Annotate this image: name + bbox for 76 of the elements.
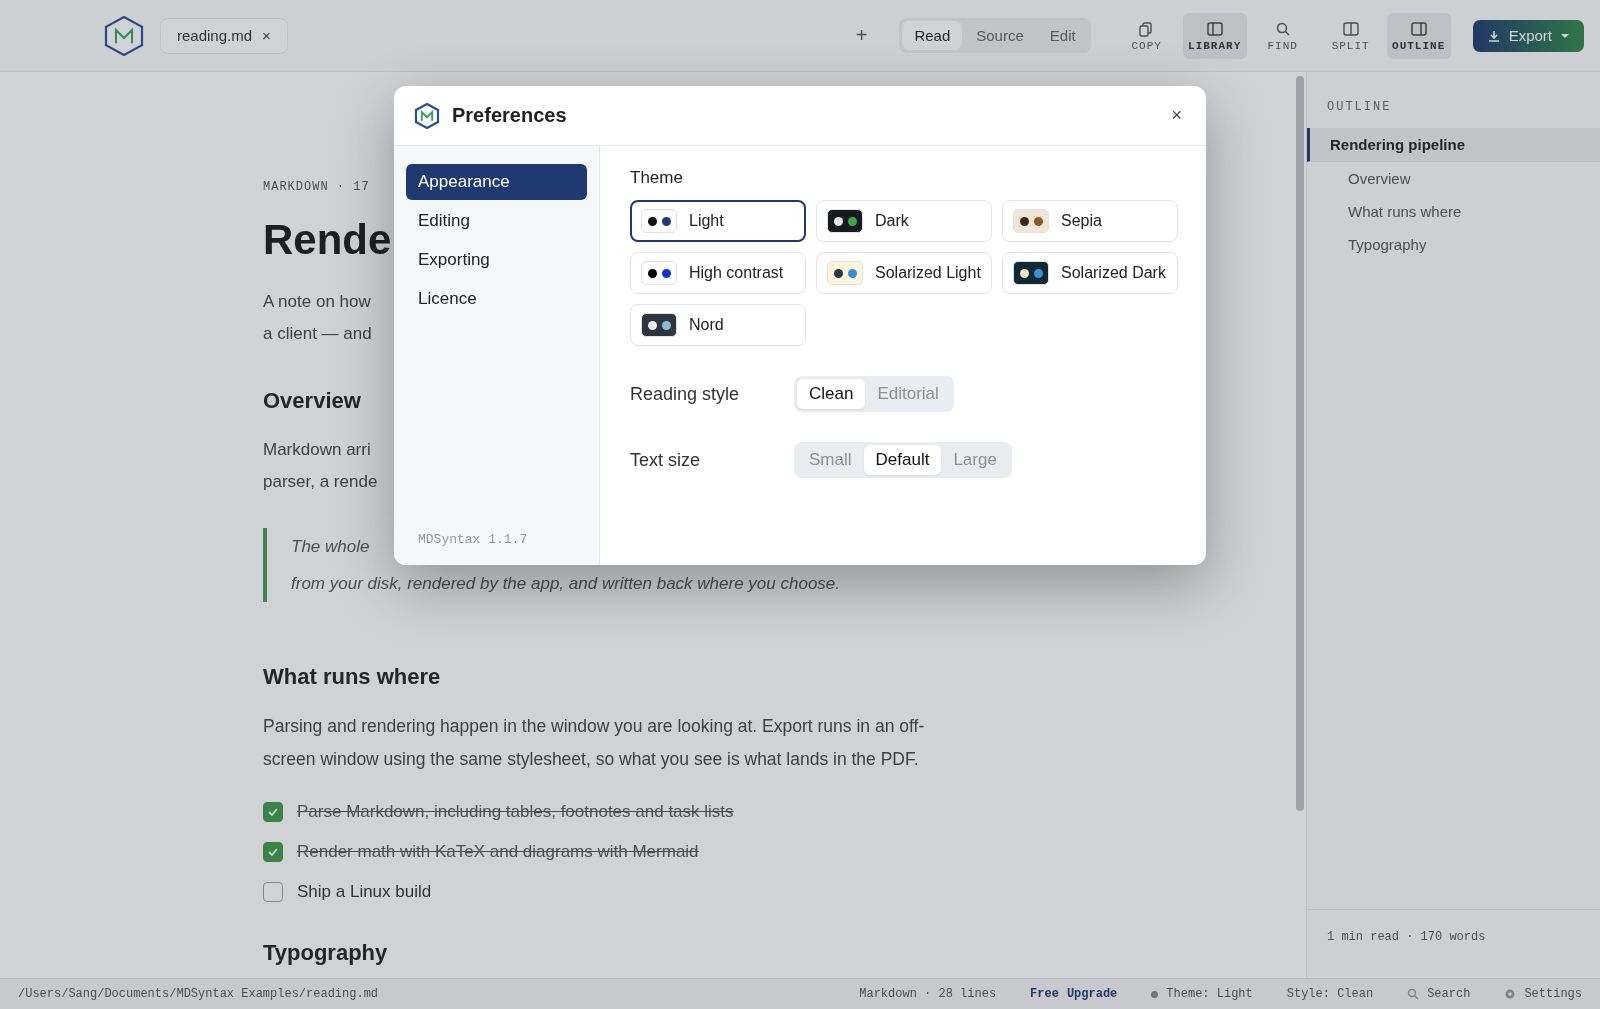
setting-label: Text size [630, 449, 702, 471]
tab-title: reading.md [177, 27, 253, 44]
paragraph-text: A note on how [263, 291, 371, 313]
close-tab-button[interactable]: × [262, 27, 271, 44]
columns-icon [1341, 19, 1360, 38]
file-tab[interactable]: reading.md × [160, 17, 288, 54]
document-info: Markdown · 28 lines [859, 987, 997, 1001]
toolbar-button[interactable]: SPLIT [1318, 12, 1383, 59]
outline-item[interactable]: Overview [1307, 162, 1600, 195]
outline-item[interactable]: Rendering pipeline [1307, 128, 1600, 162]
outline-item[interactable]: Typography [1307, 228, 1600, 261]
theme-option[interactable]: Sepia [1002, 200, 1178, 242]
task-checkbox[interactable] [263, 882, 283, 902]
view-mode-tab[interactable]: Source [964, 21, 1036, 50]
settings-nav-item[interactable]: Exporting [406, 242, 587, 278]
dialog-title: Preferences [452, 104, 567, 127]
sidebar-icon [1205, 19, 1224, 38]
setting-label: Reading style [630, 383, 741, 405]
segment-option[interactable]: Default [863, 445, 942, 475]
toolbar-button[interactable]: OUTLINE [1386, 12, 1451, 59]
download-icon [1486, 28, 1501, 43]
theme-status[interactable]: Theme: Light [1166, 987, 1253, 1001]
theme-option[interactable]: Nord [630, 304, 806, 346]
export-button[interactable]: Export [1472, 19, 1584, 52]
theme-option[interactable]: Solarized Light [816, 252, 992, 294]
paragraph-text: Markdown arri [263, 439, 371, 461]
style-status[interactable]: Style: Clean [1286, 987, 1374, 1001]
outline-item[interactable]: What runs where [1307, 195, 1600, 228]
paragraph-text: a client — and [263, 323, 372, 345]
task-checkbox[interactable] [263, 842, 283, 862]
settings-icon [1504, 988, 1517, 1000]
section-heading: What runs where [263, 664, 441, 690]
theme-option[interactable]: Light [630, 200, 806, 242]
panel-icon [1409, 19, 1428, 38]
settings-link[interactable]: Settings [1524, 987, 1582, 1001]
caret-icon [1560, 31, 1570, 40]
quote-text: from your disk, rendered by the app, and written back where you choose. [291, 573, 841, 595]
upgrade-link[interactable]: Upgrade [1066, 987, 1118, 1001]
close-button[interactable]: × [1165, 104, 1188, 127]
paragraph-text: parser, a rende [263, 471, 378, 493]
quote-text: The whole [291, 536, 370, 558]
toolbar-button[interactable]: COPY [1114, 12, 1179, 59]
view-mode-tab[interactable]: Read [902, 21, 963, 50]
check-icon [267, 846, 279, 858]
logo-icon [104, 15, 144, 56]
plan-label: Free [1030, 987, 1059, 1001]
new-tab-button[interactable]: + [849, 23, 874, 48]
paragraph-text: Parsing and rendering happen in the window you are looking at. Export runs in an off-screen window using the same stylesheet, so what you see is what lands in the PDF. [263, 715, 926, 771]
settings-nav-item[interactable]: Licence [406, 281, 587, 317]
search-icon [1407, 988, 1420, 1000]
search-link[interactable]: Search [1427, 987, 1471, 1001]
version-label: MDSyntax 1.1.7 [417, 532, 529, 547]
section-heading: Overview [263, 388, 361, 414]
task-text: Ship a Linux build [297, 882, 432, 902]
theme-option[interactable]: Solarized Dark [1002, 252, 1178, 294]
document-meta: MARKDOWN · 17 [263, 180, 370, 194]
logo-icon [414, 102, 440, 129]
section-heading: Typography [263, 940, 388, 966]
document-title: Rende [263, 216, 392, 264]
check-icon [267, 806, 279, 818]
file-path: /Users/Sang/Documents/MDSyntax Examples/reading.md [18, 987, 379, 1001]
theme-option[interactable]: Dark [816, 200, 992, 242]
section-label: Theme [630, 168, 684, 188]
status-dot [1151, 990, 1159, 998]
task-text: Render math with KaTeX and diagrams with Mermaid [297, 842, 699, 862]
task-text: Parse Markdown, including tables, footnotes and task lists [297, 802, 734, 822]
toolbar-button[interactable]: LIBRARY [1182, 12, 1247, 59]
segment-option[interactable]: Clean [797, 379, 866, 409]
task-checkbox[interactable] [263, 802, 283, 822]
settings-nav-item[interactable]: Editing [406, 203, 587, 239]
scrollbar-thumb[interactable] [1296, 76, 1304, 811]
panel-title: OUTLINE [1327, 100, 1393, 114]
view-mode-tab[interactable]: Edit [1037, 21, 1088, 50]
settings-nav-item[interactable]: Appearance [406, 164, 587, 200]
theme-option[interactable]: High contrast [630, 252, 806, 294]
toolbar-button[interactable]: FIND [1250, 12, 1315, 59]
